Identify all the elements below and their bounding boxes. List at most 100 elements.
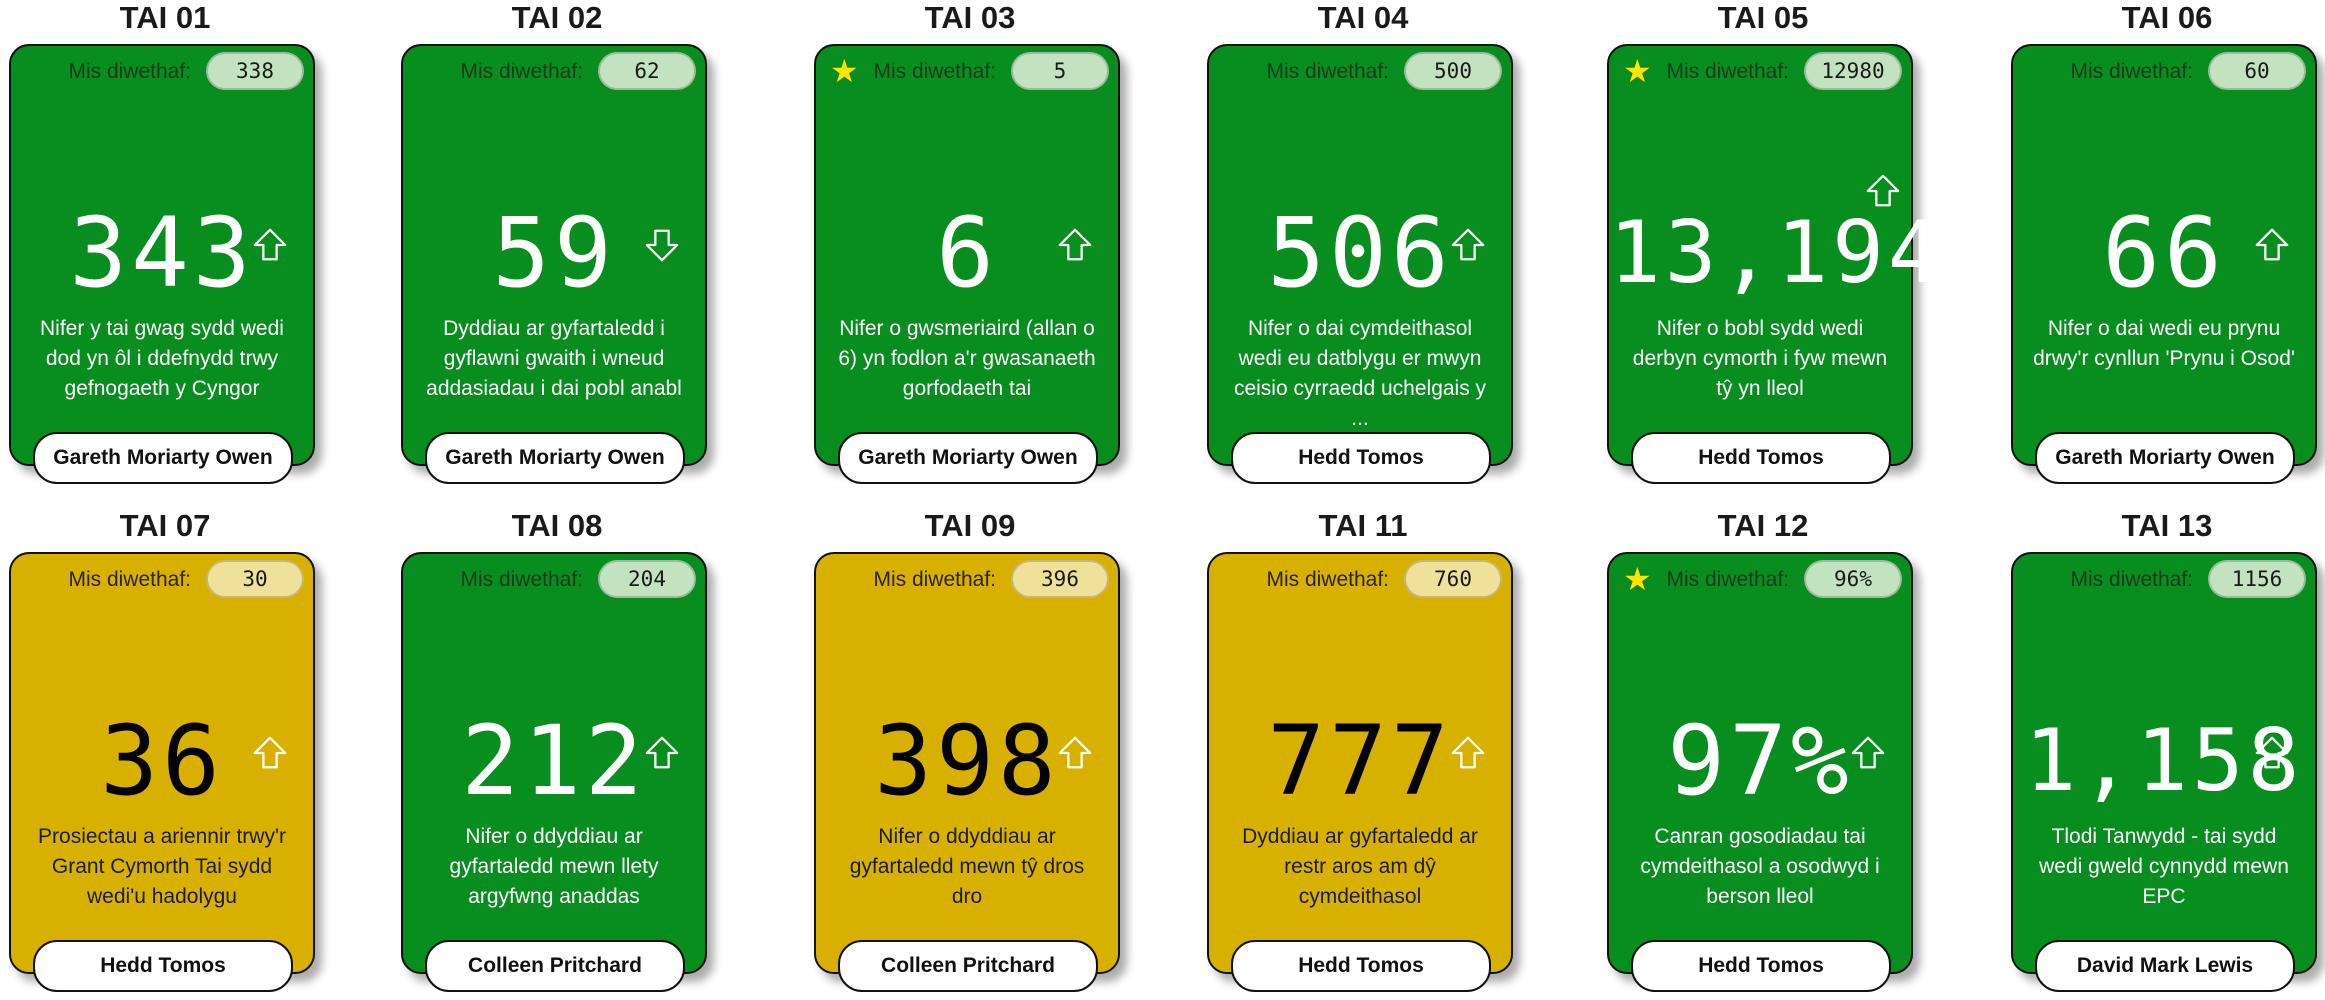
kpi-card[interactable]: Mis diwethaf: 396 398 Nifer o ddyddiau a… [814,552,1120,992]
arrow-up-icon [251,226,289,264]
kpi-title: TAI 08 [511,508,603,543]
kpi-title: TAI 06 [2121,0,2213,35]
kpi-description: Prosiectau a ariennir trwy'r Grant Cymor… [38,825,286,908]
kpi-description: Dyddiau ar gyfartaledd ar restr aros am … [1242,825,1478,908]
kpi-tile[interactable]: TAI 06 Mis diwethaf: 60 66 Nifer o dai w… [2002,0,2325,492]
previous-month-value: 338 [206,52,304,90]
kpi-tile[interactable]: TAI 07 Mis diwethaf: 30 36 Prosiectau a … [0,508,330,1000]
kpi-description: Nifer o ddyddiau ar gyfartaledd mewn tŷ … [849,825,1085,908]
arrow-up-icon [2253,734,2291,772]
previous-month-label: Mis diwethaf: [68,568,191,591]
kpi-card[interactable]: Mis diwethaf: 338 343 Nifer y tai gwag s… [9,44,315,484]
owner-button[interactable]: Gareth Moriarty Owen [838,432,1098,484]
kpi-title: TAI 07 [119,508,211,543]
previous-month-label: Mis diwethaf: [1266,60,1389,83]
owner-button[interactable]: Hedd Tomos [1231,940,1491,992]
arrow-up-icon [1449,226,1487,264]
owner-button[interactable]: Colleen Pritchard [838,940,1098,992]
kpi-card[interactable]: Mis diwethaf: 204 212 Nifer o ddyddiau a… [401,552,707,992]
kpi-tile[interactable]: TAI 01 Mis diwethaf: 338 343 Nifer y tai… [0,0,330,492]
kpi-title: TAI 09 [924,508,1016,543]
previous-month-label: Mis diwethaf: [460,60,583,83]
owner-button[interactable]: Hedd Tomos [1231,432,1491,484]
kpi-description: Nifer o dai wedi eu prynu drwy'r cynllun… [2033,317,2295,370]
kpi-description: Nifer o ddyddiau ar gyfartaledd mewn lle… [449,825,659,908]
kpi-title: TAI 05 [1717,0,1809,35]
kpi-value: 13,194 [1609,203,1944,303]
arrow-up-icon [1864,172,1902,210]
previous-month-label: Mis diwethaf: [873,568,996,591]
star-icon: ★ [830,52,859,90]
kpi-card[interactable]: Mis diwethaf: 62 59 Dyddiau ar gyfartale… [401,44,707,484]
kpi-title: TAI 03 [924,0,1016,35]
kpi-title: TAI 11 [1318,508,1408,543]
previous-month-label: Mis diwethaf: [1666,60,1789,83]
previous-month-value: 396 [1011,560,1109,598]
kpi-card[interactable]: Mis diwethaf: 30 36 Prosiectau a arienni… [9,552,315,992]
kpi-title: TAI 02 [511,0,603,35]
kpi-tile[interactable]: TAI 02 Mis diwethaf: 62 59 Dyddiau ar gy… [392,0,722,492]
kpi-description: Nifer o gwsmeriaird (allan o 6) yn fodlo… [838,317,1096,400]
kpi-card[interactable]: ★ Mis diwethaf: 5 6 Nifer o gwsmeriaird … [814,44,1120,484]
kpi-card[interactable]: ★ Mis diwethaf: 96% 97% Canran gosodiada… [1607,552,1913,992]
kpi-description: Nifer o bobl sydd wedi derbyn cymorth i … [1632,317,1888,400]
previous-month-value: 204 [598,560,696,598]
owner-button[interactable]: Gareth Moriarty Owen [425,432,685,484]
kpi-card[interactable]: Mis diwethaf: 500 506 Nifer o dai cymdei… [1207,44,1513,484]
previous-month-value: 96% [1804,560,1902,598]
arrow-up-icon [251,734,289,772]
previous-month-value: 30 [206,560,304,598]
owner-button[interactable]: David Mark Lewis [2035,940,2295,992]
kpi-title: TAI 12 [1717,508,1809,543]
kpi-tile[interactable]: TAI 05 ★ Mis diwethaf: 12980 13,194 Nife… [1598,0,1944,492]
arrow-up-icon [643,734,681,772]
kpi-tile[interactable]: TAI 08 Mis diwethaf: 204 212 Nifer o ddy… [392,508,722,1000]
arrow-up-icon [1056,226,1094,264]
kpi-card[interactable]: Mis diwethaf: 1156 1,158 Tlodi Tanwydd -… [2011,552,2317,992]
arrow-up-icon [1449,734,1487,772]
owner-button[interactable]: Hedd Tomos [1631,432,1891,484]
previous-month-value: 60 [2208,52,2306,90]
kpi-tile[interactable]: TAI 04 Mis diwethaf: 500 506 Nifer o dai… [1198,0,1528,492]
kpi-description: Canran gosodiadau tai cymdeithasol a oso… [1640,825,1880,908]
previous-month-value: 760 [1404,560,1502,598]
kpi-tile[interactable]: TAI 03 ★ Mis diwethaf: 5 6 Nifer o gwsme… [805,0,1135,492]
previous-month-label: Mis diwethaf: [873,60,996,83]
arrow-up-icon [1849,734,1887,772]
previous-month-label: Mis diwethaf: [68,60,191,83]
kpi-card[interactable]: Mis diwethaf: 60 66 Nifer o dai wedi eu … [2011,44,2317,484]
owner-button[interactable]: Gareth Moriarty Owen [2035,432,2295,484]
previous-month-label: Mis diwethaf: [2070,60,2193,83]
kpi-title: TAI 13 [2121,508,2213,543]
kpi-description: Nifer o dai cymdeithasol wedi eu datblyg… [1233,317,1487,430]
arrow-up-icon [2253,226,2291,264]
kpi-tile[interactable]: TAI 11 Mis diwethaf: 760 777 Dyddiau ar … [1198,508,1528,1000]
owner-button[interactable]: Hedd Tomos [33,940,293,992]
kpi-description: Nifer y tai gwag sydd wedi dod yn ôl i d… [40,317,284,400]
owner-button[interactable]: Colleen Pritchard [425,940,685,992]
kpi-tile[interactable]: TAI 12 ★ Mis diwethaf: 96% 97% Canran go… [1598,508,1928,1000]
kpi-title: TAI 01 [119,0,211,35]
kpi-card[interactable]: Mis diwethaf: 760 777 Dyddiau ar gyfarta… [1207,552,1513,992]
arrow-down-icon [643,226,681,264]
star-icon: ★ [1623,52,1652,90]
previous-month-label: Mis diwethaf: [1666,568,1789,591]
kpi-description: Dyddiau ar gyfartaledd i gyflawni gwaith… [426,317,682,400]
kpi-card[interactable]: ★ Mis diwethaf: 12980 13,194 Nifer o bob… [1607,44,1944,484]
previous-month-value: 1156 [2208,560,2306,598]
arrow-up-icon [1056,734,1094,772]
kpi-title: TAI 04 [1317,0,1409,35]
previous-month-label: Mis diwethaf: [1266,568,1389,591]
previous-month-label: Mis diwethaf: [2070,568,2193,591]
previous-month-value: 12980 [1804,52,1902,90]
previous-month-value: 62 [598,52,696,90]
owner-button[interactable]: Gareth Moriarty Owen [33,432,293,484]
previous-month-value: 5 [1011,52,1109,90]
kpi-tile[interactable]: TAI 13 Mis diwethaf: 1156 1,158 Tlodi Ta… [2002,508,2325,1000]
owner-button[interactable]: Hedd Tomos [1631,940,1891,992]
previous-month-label: Mis diwethaf: [460,568,583,591]
star-icon: ★ [1623,560,1652,598]
previous-month-value: 500 [1404,52,1502,90]
kpi-description: Tlodi Tanwydd - tai sydd wedi gweld cynn… [2039,825,2289,908]
kpi-tile[interactable]: TAI 09 Mis diwethaf: 396 398 Nifer o ddy… [805,508,1135,1000]
